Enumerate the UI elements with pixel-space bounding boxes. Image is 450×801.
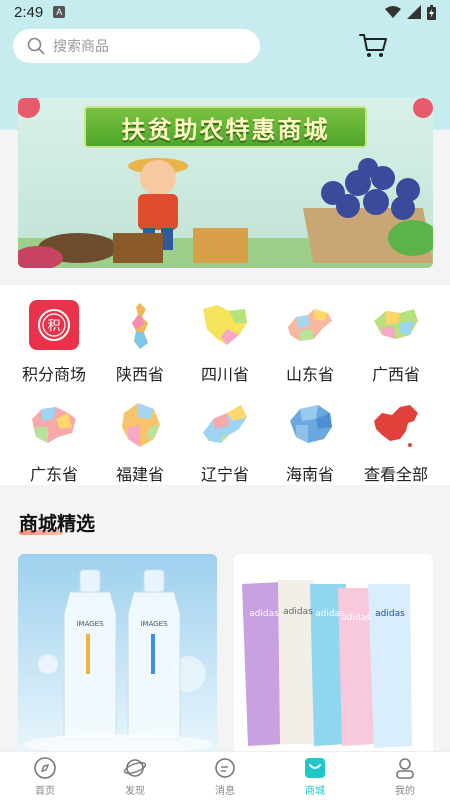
tab-label: 发现 (125, 786, 145, 797)
category-label: 辽宁省 (200, 465, 249, 484)
status-bar: 2:49 A (0, 0, 450, 24)
home-icon (34, 757, 56, 779)
category-label: 广西省 (371, 365, 420, 384)
category-label: 积分商场 (21, 365, 86, 384)
category-shaanxi[interactable]: 陕西省 (100, 287, 180, 384)
tab-discover[interactable]: 发现 (90, 752, 180, 801)
tab-messages[interactable]: 消息 (180, 752, 270, 801)
product-card[interactable]: adidas adidas adidas adidas adidas (234, 554, 433, 754)
battery-icon (427, 4, 436, 20)
status-time: 2:49 (14, 3, 44, 21)
section-title: 商城精选 (19, 513, 96, 535)
tab-label: 商城 (305, 786, 325, 797)
points-mall-icon: 积 (29, 300, 79, 350)
category-fujian[interactable]: 福建省 (100, 387, 180, 484)
notification-icon: A (53, 6, 66, 18)
banner-title: 扶贫助农特惠商城 (84, 106, 367, 148)
category-label: 山东省 (285, 365, 334, 384)
category-points-mall[interactable]: 积 积分商场 (14, 287, 94, 384)
category-guangdong[interactable]: 广东省 (14, 387, 94, 484)
guangdong-map-icon (32, 407, 76, 443)
category-label: 海南省 (285, 465, 334, 484)
tab-shop[interactable]: 商城 (270, 752, 360, 801)
product-card[interactable]: IMAGES IMAGES (18, 554, 217, 754)
category-label: 查看全部 (363, 465, 428, 484)
category-hainan[interactable]: 海南省 (270, 387, 350, 484)
category-liaoning[interactable]: 辽宁省 (185, 387, 265, 484)
tab-label: 首页 (35, 786, 55, 797)
bottom-tab-bar: 首页 发现 消息 商城 我的 (0, 751, 450, 801)
china-map-icon (374, 405, 418, 447)
search-placeholder: 搜索商品 (53, 39, 109, 55)
hainan-map-icon (290, 405, 332, 443)
shop-icon (305, 758, 325, 778)
category-sichuan[interactable]: 四川省 (185, 287, 265, 384)
wifi-icon (385, 6, 401, 18)
discover-icon (123, 759, 147, 777)
product-image: IMAGES IMAGES (23, 569, 213, 754)
category-label: 广东省 (29, 465, 78, 484)
profile-icon (396, 758, 414, 779)
sichuan-map-icon (203, 305, 247, 345)
category-label: 福建省 (115, 465, 164, 484)
fujian-map-icon (122, 403, 160, 447)
svg-text:adidas: adidas (341, 613, 371, 623)
svg-text:adidas: adidas (249, 609, 279, 619)
guangxi-map-icon (374, 309, 418, 339)
category-guangxi[interactable]: 广西省 (356, 287, 436, 384)
category-view-all[interactable]: 查看全部 (356, 387, 436, 484)
svg-text:积: 积 (47, 319, 60, 334)
shaanxi-map-icon (132, 303, 148, 349)
svg-text:IMAGES: IMAGES (76, 620, 104, 628)
signal-icon (407, 5, 421, 19)
category-label: 四川省 (200, 365, 249, 384)
category-grid: 积 积分商场 陕西省 四川省 山东省 广西省 广东省 福建省 辽宁省 海南省 查… (0, 285, 450, 485)
svg-text:IMAGES: IMAGES (140, 620, 168, 628)
category-shandong[interactable]: 山东省 (270, 287, 350, 384)
product-image: adidas adidas adidas adidas adidas (242, 580, 412, 748)
svg-text:adidas: adidas (283, 607, 313, 617)
shandong-map-icon (288, 309, 332, 341)
category-label: 陕西省 (115, 365, 164, 384)
search-input[interactable]: 搜索商品 (13, 29, 260, 63)
tab-profile[interactable]: 我的 (360, 752, 450, 801)
cart-icon[interactable] (358, 30, 388, 60)
svg-text:adidas: adidas (375, 609, 405, 619)
search-icon (27, 37, 45, 55)
promo-banner[interactable]: 扶贫助农特惠商城 (18, 98, 433, 268)
liaoning-map-icon (203, 405, 247, 443)
tab-home[interactable]: 首页 (0, 752, 90, 801)
message-icon (215, 758, 235, 778)
tab-label: 我的 (395, 786, 415, 797)
tab-label: 消息 (215, 786, 235, 797)
